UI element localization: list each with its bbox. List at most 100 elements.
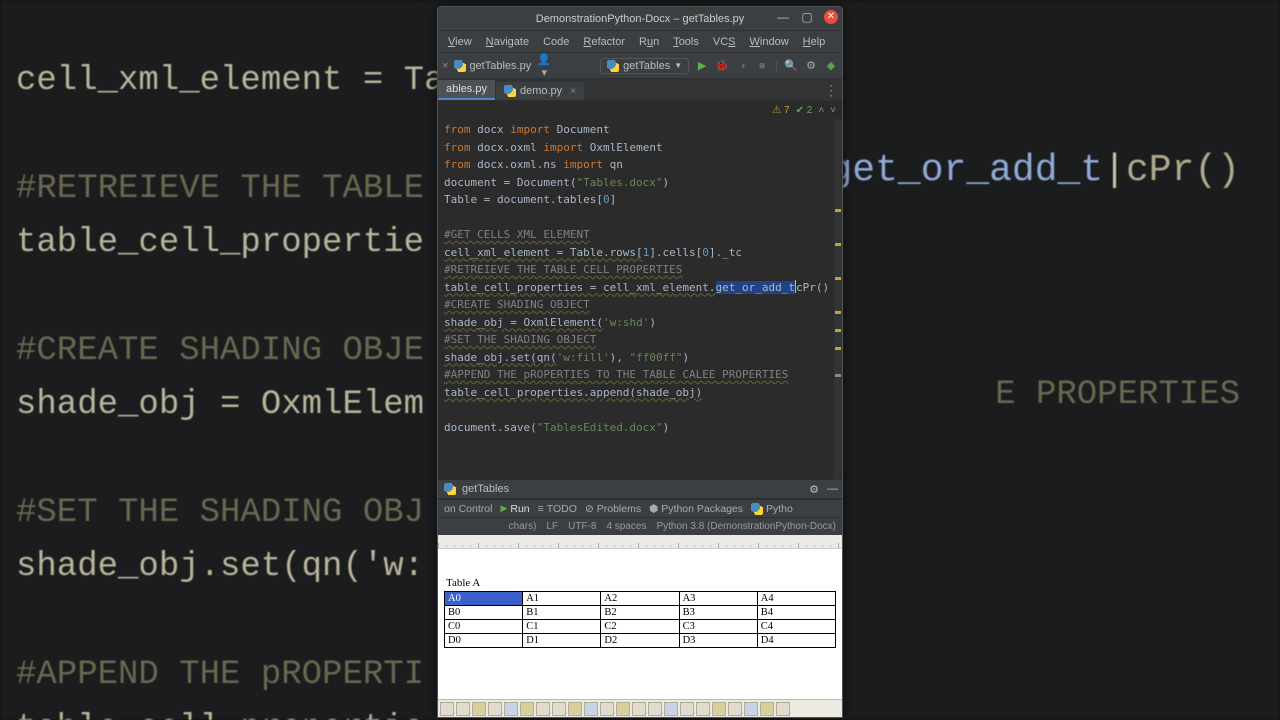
tab-gettables[interactable]: ables.py (438, 80, 495, 100)
cell[interactable]: C1 (523, 620, 601, 634)
tab-todo[interactable]: ≡TODO (538, 503, 577, 515)
table-title: Table A (446, 577, 836, 589)
tb-btn[interactable] (712, 702, 726, 716)
run-icon: ▶ (500, 503, 507, 514)
tb-btn[interactable] (440, 702, 454, 716)
tab-python-packages[interactable]: ⬢Python Packages (649, 503, 743, 515)
menu-navigate[interactable]: Navigate (480, 34, 535, 50)
menu-window[interactable]: Window (744, 34, 795, 50)
menu-refactor[interactable]: Refactor (577, 34, 631, 50)
cell[interactable]: C2 (601, 620, 679, 634)
run-settings-icon[interactable]: ⚙ (809, 483, 819, 496)
maximize-button[interactable]: ▢ (800, 10, 814, 24)
status-encoding[interactable]: UTF-8 (568, 521, 596, 532)
word-table[interactable]: A0 A1 A2 A3 A4 B0 B1 B2 B3 B4 C0 C1 C2 (444, 591, 836, 648)
tb-btn[interactable] (744, 702, 758, 716)
menu-vcs[interactable]: VCS (707, 34, 742, 50)
run-button[interactable]: ▶ (695, 59, 709, 72)
cell[interactable]: C4 (757, 620, 835, 634)
search-icon[interactable]: 🔍 (784, 59, 798, 72)
tab-demo[interactable]: demo.py × (496, 82, 584, 100)
menu-run[interactable]: Run (633, 34, 665, 50)
ide-window: DemonstrationPython-Docx – getTables.py … (437, 6, 843, 718)
run-tool-title: getTables (462, 483, 509, 495)
tb-btn[interactable] (680, 702, 694, 716)
error-stripe[interactable] (834, 119, 842, 479)
cell[interactable]: B0 (445, 606, 523, 620)
cell[interactable]: A1 (523, 592, 601, 606)
tb-btn[interactable] (776, 702, 790, 716)
document-preview: Table A A0 A1 A2 A3 A4 B0 B1 B2 B3 B4 (438, 535, 842, 717)
run-tool-header[interactable]: getTables ⚙ — (438, 479, 842, 499)
breadcrumb-file[interactable]: getTables.py (454, 60, 531, 72)
cell[interactable]: A4 (757, 592, 835, 606)
menu-help[interactable]: Help (797, 34, 832, 50)
ok-indicator[interactable]: ✔ 2 (796, 105, 813, 116)
cell[interactable]: B3 (679, 606, 757, 620)
tb-btn[interactable] (600, 702, 614, 716)
main-toolbar: × getTables.py 👤▾ getTables ▼ ▶ 🐞 ◑ ■ | … (438, 53, 842, 79)
menu-tools[interactable]: Tools (667, 34, 705, 50)
tb-btn[interactable] (456, 702, 470, 716)
tb-btn[interactable] (728, 702, 742, 716)
tab-problems[interactable]: ⊘Problems (585, 503, 641, 515)
python-script-icon (607, 60, 619, 72)
cell[interactable]: C0 (445, 620, 523, 634)
tab-run[interactable]: ▶Run (500, 503, 529, 515)
tb-btn[interactable] (488, 702, 502, 716)
title-bar[interactable]: DemonstrationPython-Docx – getTables.py … (438, 7, 842, 31)
ide-badge-icon[interactable]: ◆ (824, 59, 838, 72)
inspection-up-icon[interactable]: ˄ (818, 105, 824, 116)
cell[interactable]: D3 (679, 634, 757, 648)
cell[interactable]: C3 (679, 620, 757, 634)
ruler[interactable] (438, 535, 842, 549)
tb-btn[interactable] (472, 702, 486, 716)
todo-icon: ≡ (538, 503, 544, 515)
cell[interactable]: B2 (601, 606, 679, 620)
tabs-more-icon[interactable]: ⋮ (824, 83, 838, 97)
cell[interactable]: D1 (523, 634, 601, 648)
run-config-selector[interactable]: getTables ▼ (600, 58, 689, 74)
settings-icon[interactable]: ⚙ (804, 59, 818, 72)
tb-btn[interactable] (584, 702, 598, 716)
cell-a0[interactable]: A0 (445, 592, 523, 606)
status-interpreter[interactable]: Python 3.8 (DemonstrationPython-Docx) (656, 521, 836, 532)
inspection-strip: ⚠ 7 ✔ 2 ˄ ˅ (438, 101, 842, 119)
status-indent[interactable]: 4 spaces (606, 521, 646, 532)
tb-btn[interactable] (696, 702, 710, 716)
cell[interactable]: A3 (679, 592, 757, 606)
tb-btn[interactable] (504, 702, 518, 716)
minimize-button[interactable]: — (776, 10, 790, 24)
menu-view[interactable]: View (442, 34, 478, 50)
run-coverage-button[interactable]: ◑ (735, 60, 749, 72)
tb-btn[interactable] (536, 702, 550, 716)
tb-btn[interactable] (520, 702, 534, 716)
tb-btn[interactable] (632, 702, 646, 716)
tb-btn[interactable] (552, 702, 566, 716)
tb-btn[interactable] (760, 702, 774, 716)
tb-btn[interactable] (616, 702, 630, 716)
warnings-indicator[interactable]: ⚠ 7 (772, 105, 789, 116)
status-line-ending[interactable]: LF (546, 521, 558, 532)
cell[interactable]: D2 (601, 634, 679, 648)
close-button[interactable]: ✕ (824, 10, 838, 24)
tab-close-icon[interactable]: × (570, 86, 576, 97)
cell[interactable]: B4 (757, 606, 835, 620)
tab-version-control[interactable]: on Control (444, 503, 492, 515)
tb-btn[interactable] (568, 702, 582, 716)
cell[interactable]: A2 (601, 592, 679, 606)
stop-button[interactable]: ■ (755, 60, 769, 72)
tb-btn[interactable] (664, 702, 678, 716)
tab-python-console[interactable]: Pytho (751, 503, 793, 515)
cell[interactable]: D4 (757, 634, 835, 648)
debug-button[interactable]: 🐞 (715, 59, 729, 72)
tb-btn[interactable] (648, 702, 662, 716)
menu-code[interactable]: Code (537, 34, 575, 50)
code-editor[interactable]: from docx import Document from docx.oxml… (438, 119, 842, 479)
user-icon[interactable]: 👤▾ (537, 53, 551, 79)
code-content[interactable]: from docx import Document from docx.oxml… (444, 121, 842, 436)
inspection-down-icon[interactable]: ˅ (830, 105, 836, 116)
cell[interactable]: B1 (523, 606, 601, 620)
run-hide-icon[interactable]: — (827, 483, 838, 496)
cell[interactable]: D0 (445, 634, 523, 648)
